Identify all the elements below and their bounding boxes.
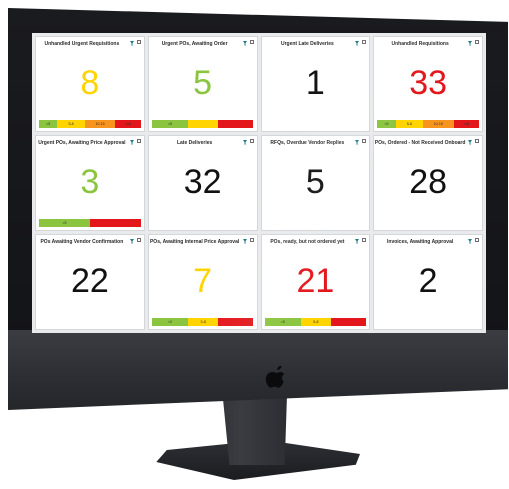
threshold-band-segment <box>217 318 254 326</box>
threshold-band-segment <box>89 219 141 227</box>
kpi-tile[interactable]: Urgent POs, Awaiting Price Approval 3 <5 <box>35 135 145 231</box>
kpi-tile-title: POs, ready, but not ordered yet <box>270 239 345 245</box>
kpi-tile-value: 2 <box>418 262 438 300</box>
threshold-band-segment: 10-15 <box>423 120 454 128</box>
threshold-band: <5 <box>151 120 254 128</box>
funnel-icon[interactable] <box>129 140 134 145</box>
threshold-band-segment: >15 <box>115 120 141 128</box>
funnel-icon[interactable] <box>468 41 472 46</box>
threshold-band: <5 <box>39 219 141 227</box>
kpi-tile-title: Unhandled Requisitions <box>391 41 449 47</box>
settings-icon[interactable] <box>249 238 254 242</box>
threshold-band-segment: >15 <box>453 120 479 128</box>
kpi-tile[interactable]: Late Deliveries 32 <box>147 135 258 231</box>
kpi-tile[interactable]: Urgent Late Deliveries 1 <box>260 36 371 132</box>
settings-icon[interactable] <box>475 40 479 44</box>
threshold-band-segment: 10-15 <box>84 120 116 128</box>
kpi-tile[interactable]: POs, Awaiting Internal Price Approval 7 <2… <box>147 234 258 330</box>
settings-icon[interactable] <box>249 139 254 143</box>
kpi-tile[interactable]: Invoices, Awaiting Approval 2 <box>373 234 483 330</box>
kpi-tile-value: 1 <box>305 64 325 102</box>
apple-logo-svg <box>265 365 285 388</box>
settings-icon[interactable] <box>362 139 367 143</box>
threshold-band: <2 3-8 <box>151 318 254 326</box>
settings-icon[interactable] <box>475 139 479 143</box>
kpi-tile-value: 5 <box>193 64 213 102</box>
funnel-icon[interactable] <box>242 239 247 244</box>
kpi-tile-value: 33 <box>409 64 448 102</box>
kpi-tile-title: POs, Ordered - Not Received Onboard <box>374 140 466 146</box>
dashboard-screen: Unhandled Urgent Requisitions 8 <5 5-8 10-15… <box>32 33 486 333</box>
threshold-band-segment: <5 <box>377 120 396 128</box>
kpi-tile-grid: Unhandled Urgent Requisitions 8 <5 5-8 10-15… <box>32 33 486 333</box>
monitor-chin <box>8 330 508 410</box>
funnel-icon[interactable] <box>129 41 134 46</box>
settings-icon[interactable] <box>136 40 141 44</box>
settings-icon[interactable] <box>475 238 479 242</box>
threshold-band-segment: <2 <box>151 318 189 326</box>
kpi-tile[interactable]: Unhandled Requisitions 33 <5 5-8 10-15 >15 <box>373 36 483 132</box>
kpi-tile-title: POs Awaiting Vendor Confirmation <box>40 239 124 245</box>
funnel-icon[interactable] <box>468 239 472 244</box>
threshold-band-segment <box>188 120 218 128</box>
funnel-icon[interactable] <box>129 239 134 244</box>
kpi-tile[interactable]: POs, ready, but not ordered yet 21 <5 5-8 <box>260 234 371 330</box>
settings-icon[interactable] <box>136 139 141 143</box>
threshold-band-segment: 5-8 <box>395 120 424 128</box>
kpi-tile-title: RFQs, Overdue Vendor Replies <box>270 140 345 146</box>
funnel-icon[interactable] <box>468 140 472 145</box>
kpi-tile-value: 8 <box>80 64 100 102</box>
threshold-band-segment: <5 <box>151 120 189 128</box>
funnel-icon[interactable] <box>355 41 360 46</box>
apple-logo-icon <box>264 365 286 390</box>
kpi-tile[interactable]: Urgent POs, Awaiting Order 5 <5 <box>147 36 258 132</box>
settings-icon[interactable] <box>362 238 367 242</box>
threshold-band-segment: 5-8 <box>301 318 331 326</box>
threshold-band-segment <box>217 120 254 128</box>
kpi-tile[interactable]: RFQs, Overdue Vendor Replies 5 <box>260 135 371 231</box>
kpi-tile-title: Late Deliveries <box>176 140 213 146</box>
threshold-band: <5 5-8 <box>264 318 367 326</box>
kpi-tile-title: Urgent POs, Awaiting Price Approval <box>38 140 126 146</box>
threshold-band: <5 5-8 10-15 >15 <box>39 120 141 128</box>
kpi-tile-title: Urgent POs, Awaiting Order <box>161 41 228 47</box>
settings-icon[interactable] <box>249 40 254 44</box>
imac-monitor: Unhandled Urgent Requisitions 8 <5 5-8 10-15… <box>0 0 509 489</box>
kpi-tile-value: 7 <box>193 262 213 300</box>
funnel-icon[interactable] <box>242 41 247 46</box>
threshold-band-segment: 5-8 <box>57 120 85 128</box>
threshold-band-segment <box>330 318 367 326</box>
kpi-tile-value: 5 <box>305 163 325 201</box>
settings-icon[interactable] <box>362 40 367 44</box>
threshold-band-segment: 3-8 <box>188 318 218 326</box>
threshold-band-segment: <5 <box>39 120 58 128</box>
funnel-icon[interactable] <box>355 239 360 244</box>
product-shot: Unhandled Urgent Requisitions 8 <5 5-8 10-15… <box>0 0 509 489</box>
kpi-tile-value: 22 <box>70 262 109 300</box>
kpi-tile-title: Urgent Late Deliveries <box>280 41 334 47</box>
kpi-tile[interactable]: POs Awaiting Vendor Confirmation 22 <box>35 234 145 330</box>
threshold-band-segment: <5 <box>39 219 90 227</box>
settings-icon[interactable] <box>136 238 141 242</box>
kpi-tile-value: 28 <box>409 163 448 201</box>
funnel-icon[interactable] <box>355 140 360 145</box>
funnel-icon[interactable] <box>242 140 247 145</box>
kpi-tile-title: Unhandled Urgent Requisitions <box>44 41 120 47</box>
kpi-tile-title: POs, Awaiting Internal Price Approval <box>149 239 240 245</box>
kpi-tile-value: 32 <box>183 163 222 201</box>
kpi-tile-value: 21 <box>296 262 335 300</box>
threshold-band: <5 5-8 10-15 >15 <box>377 120 479 128</box>
kpi-tile-title: Invoices, Awaiting Approval <box>387 239 454 245</box>
threshold-band-segment: <5 <box>264 318 302 326</box>
kpi-tile[interactable]: POs, Ordered - Not Received Onboard 28 <box>373 135 483 231</box>
kpi-tile-value: 3 <box>80 163 100 201</box>
kpi-tile[interactable]: Unhandled Urgent Requisitions 8 <5 5-8 10-15… <box>35 36 145 132</box>
